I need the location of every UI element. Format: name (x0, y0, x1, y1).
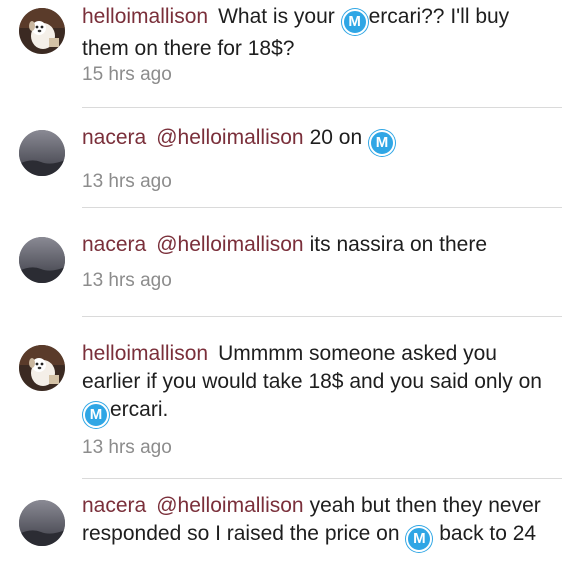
night-sky-avatar-image (19, 130, 65, 176)
comment-mention[interactable]: @helloimallison (156, 126, 303, 149)
comment-mention[interactable]: @helloimallison (156, 233, 303, 256)
comment-username[interactable]: nacera (82, 233, 146, 256)
comment-text: nacera @helloimallison 20 on M (82, 124, 552, 156)
comment-text: nacera @helloimallison yeah but then they … (82, 492, 552, 552)
comment-body-continued: back to 24 (433, 522, 537, 545)
comment-timestamp: 15 hrs ago (82, 64, 172, 85)
mercari-icon: M (341, 9, 368, 35)
night-sky-avatar[interactable] (19, 500, 65, 546)
comment-timestamp: 13 hrs ago (82, 171, 172, 192)
comment-text: helloimallison What is your Mercari?? I'l… (82, 3, 552, 63)
comment-body: 20 on (309, 126, 368, 149)
comment-body: What is your (218, 5, 341, 28)
comment-mention[interactable]: @helloimallison (156, 494, 303, 517)
night-sky-avatar-image (19, 237, 65, 283)
mercari-icon: M (369, 130, 395, 156)
night-sky-avatar[interactable] (19, 130, 65, 176)
comment-body: its nassira on there (309, 233, 488, 256)
comment-timestamp: 13 hrs ago (82, 270, 172, 291)
comment-username[interactable]: nacera (82, 494, 146, 517)
puppy-avatar-image (19, 345, 65, 391)
puppy-avatar-image (19, 8, 65, 54)
mercari-icon: M (83, 402, 109, 428)
comment-text: nacera @helloimallison its nassira on ther… (82, 231, 552, 259)
night-sky-avatar-image (19, 500, 65, 546)
comment-divider (82, 478, 562, 479)
comment-thread: helloimallison What is your Mercari?? I'l… (0, 0, 580, 580)
comment-divider (82, 207, 562, 208)
comment-timestamp: 13 hrs ago (82, 437, 172, 458)
mercari-icon: M (406, 526, 433, 552)
comment-username[interactable]: helloimallison (82, 342, 208, 365)
comment-divider (82, 107, 562, 108)
comment-body-continued: ercari. (110, 398, 169, 421)
night-sky-avatar[interactable] (19, 237, 65, 283)
comment-divider (82, 316, 562, 317)
comment-text: helloimallison Ummmm someone asked you ea… (82, 340, 552, 428)
puppy-avatar[interactable] (19, 345, 65, 391)
comment-username[interactable]: nacera (82, 126, 146, 149)
puppy-avatar[interactable] (19, 8, 65, 54)
comment-username[interactable]: helloimallison (82, 5, 208, 28)
